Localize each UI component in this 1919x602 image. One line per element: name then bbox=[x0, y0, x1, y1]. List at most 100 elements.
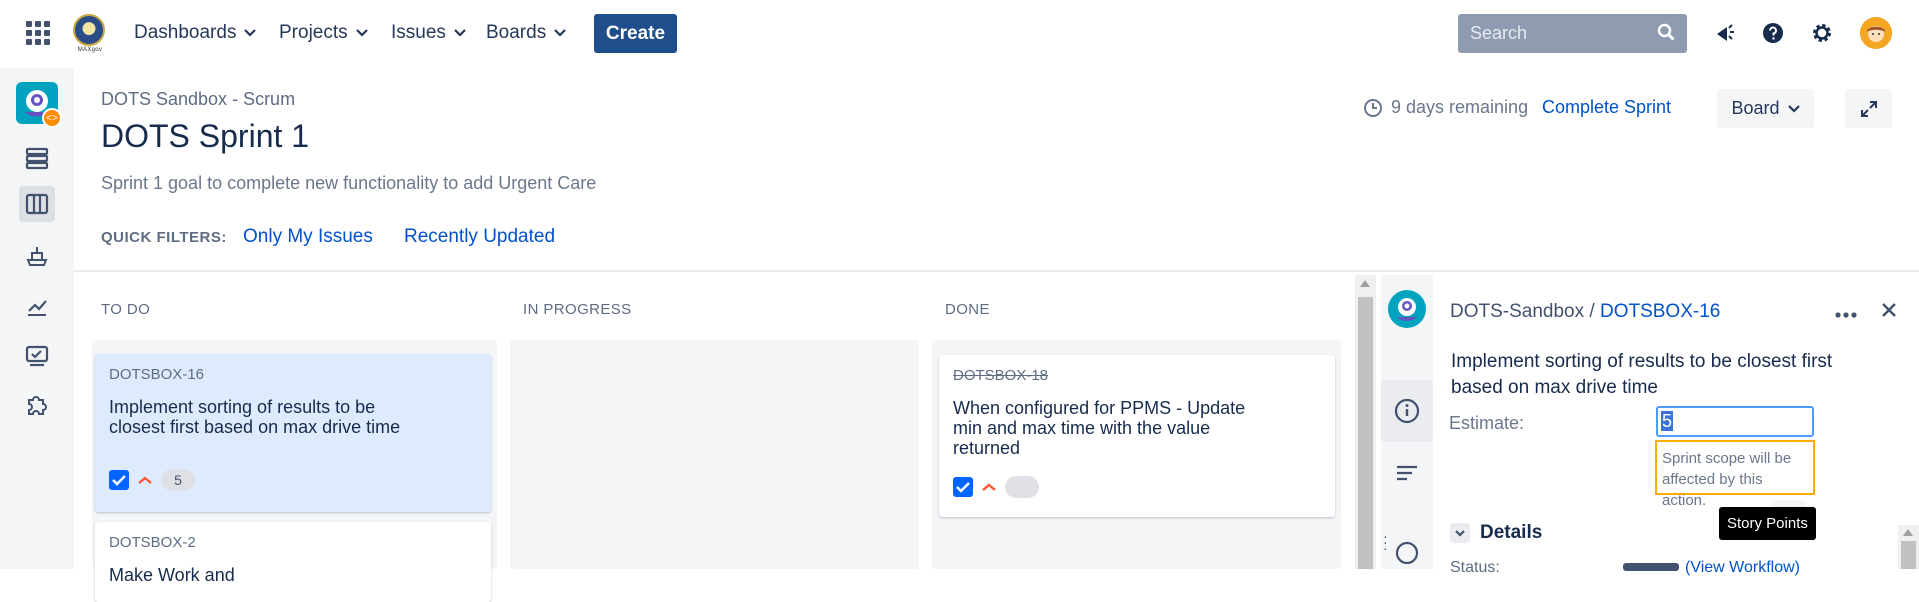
code-badge-icon: <> bbox=[42, 108, 62, 128]
issue-card-dotsbox-18[interactable]: DOTSBOX-18 When configured for PPMS - Up… bbox=[939, 355, 1335, 517]
chevron-down-icon bbox=[1787, 104, 1800, 113]
nav-boards-label: Boards bbox=[486, 22, 547, 43]
column-todo: DOTSBOX-16 Implement sorting of results … bbox=[92, 340, 497, 602]
chevron-down-icon bbox=[355, 29, 368, 37]
scrollbar-thumb[interactable] bbox=[1901, 541, 1916, 569]
backlog-icon[interactable] bbox=[19, 140, 55, 176]
issues-icon[interactable] bbox=[19, 338, 55, 374]
scrollbar-thumb[interactable] bbox=[1358, 297, 1373, 569]
search-icon bbox=[1657, 23, 1675, 41]
comments-tab[interactable] bbox=[1387, 533, 1427, 573]
details-label: Details bbox=[1480, 522, 1543, 543]
card-footer: 5 bbox=[109, 469, 195, 491]
project-avatar-small[interactable] bbox=[1387, 289, 1427, 329]
panel-issue-key-link[interactable]: DOTSBOX-16 bbox=[1600, 301, 1720, 322]
expand-icon bbox=[1860, 100, 1877, 117]
column-done: DOTSBOX-18 When configured for PPMS - Up… bbox=[932, 340, 1341, 569]
scroll-up-arrow-icon[interactable] bbox=[1360, 280, 1370, 287]
story-type-icon bbox=[953, 477, 973, 497]
board-button-label: Board bbox=[1731, 98, 1780, 118]
issue-summary: When configured for PPMS - Update min an… bbox=[953, 398, 1246, 458]
priority-high-icon bbox=[982, 483, 996, 491]
panel-issue-summary[interactable]: Implement sorting of results to be close… bbox=[1451, 349, 1871, 401]
site-logo[interactable]: MAXgov bbox=[73, 14, 107, 56]
nav-projects-label: Projects bbox=[279, 22, 348, 43]
header-divider bbox=[74, 270, 1919, 272]
clock-icon bbox=[1364, 98, 1382, 117]
project-sidebar: <> bbox=[0, 68, 74, 569]
estimate-input[interactable]: 5 bbox=[1656, 406, 1814, 437]
card-footer bbox=[953, 476, 1039, 498]
drag-handle-icon[interactable]: · · · bbox=[1383, 529, 1388, 555]
nav-dashboards[interactable]: Dashboards bbox=[134, 22, 257, 44]
board-scrollbar[interactable] bbox=[1355, 275, 1376, 569]
issue-breadcrumb: DOTS-Sandbox / DOTSBOX-16 bbox=[1450, 301, 1720, 323]
story-points-tooltip: Story Points bbox=[1719, 507, 1816, 540]
status-lozenge[interactable] bbox=[1623, 563, 1679, 571]
releases-icon[interactable] bbox=[19, 238, 55, 274]
page-title: DOTS Sprint 1 bbox=[101, 118, 310, 154]
expand-button[interactable] bbox=[1845, 89, 1892, 128]
story-points-badge bbox=[1005, 476, 1039, 498]
estimate-value: 5 bbox=[1661, 411, 1674, 431]
sprint-remaining: 9 days remaining bbox=[1363, 97, 1528, 118]
search-placeholder: Search bbox=[1470, 23, 1528, 43]
nav-issues[interactable]: Issues bbox=[391, 22, 466, 44]
issue-card-dotsbox-2[interactable]: DOTSBOX-2 Make Work and bbox=[95, 522, 491, 602]
search-input[interactable]: Search bbox=[1458, 14, 1687, 53]
close-icon[interactable] bbox=[1881, 297, 1897, 325]
column-header-in-progress: IN PROGRESS bbox=[523, 301, 632, 318]
column-header-done: DONE bbox=[945, 301, 990, 318]
issue-key[interactable]: DOTSBOX-2 bbox=[109, 534, 477, 551]
breadcrumb-separator: / bbox=[1589, 301, 1595, 322]
create-button[interactable]: Create bbox=[594, 14, 677, 53]
complete-sprint-link[interactable]: Complete Sprint bbox=[1542, 97, 1671, 118]
quick-filters-label: QUICK FILTERS: bbox=[101, 229, 227, 246]
story-points-badge: 5 bbox=[161, 469, 195, 491]
status-label: Status: bbox=[1450, 559, 1500, 576]
board-icon[interactable] bbox=[19, 186, 55, 222]
nav-issues-label: Issues bbox=[391, 22, 446, 43]
details-tab[interactable] bbox=[1381, 380, 1433, 442]
filter-only-my-issues[interactable]: Only My Issues bbox=[243, 226, 373, 248]
sprint-scope-warning: Sprint scope will be affected by this ac… bbox=[1655, 440, 1815, 509]
gear-icon[interactable] bbox=[1809, 20, 1835, 46]
megaphone-icon[interactable] bbox=[1712, 20, 1738, 46]
nav-projects[interactable]: Projects bbox=[279, 22, 368, 44]
estimate-label: Estimate: bbox=[1449, 413, 1525, 433]
chevron-down-icon bbox=[244, 29, 257, 37]
issue-key[interactable]: DOTSBOX-16 bbox=[109, 366, 477, 383]
add-ons-icon[interactable] bbox=[19, 386, 55, 422]
panel-project-link[interactable]: DOTS-Sandbox bbox=[1450, 301, 1584, 322]
chevron-down-icon bbox=[1450, 523, 1470, 543]
issue-key[interactable]: DOTSBOX-18 bbox=[953, 367, 1321, 384]
issue-card-dotsbox-16[interactable]: DOTSBOX-16 Implement sorting of results … bbox=[95, 354, 491, 512]
user-avatar[interactable] bbox=[1860, 17, 1892, 49]
remaining-text: 9 days remaining bbox=[1391, 97, 1529, 117]
breadcrumb[interactable]: DOTS Sandbox - Scrum bbox=[101, 89, 295, 110]
chevron-down-icon bbox=[454, 29, 466, 37]
more-actions-icon[interactable] bbox=[1835, 301, 1857, 324]
board-dropdown-button[interactable]: Board bbox=[1717, 89, 1814, 128]
nav-boards[interactable]: Boards bbox=[486, 22, 566, 44]
scroll-up-arrow-icon[interactable] bbox=[1903, 529, 1913, 536]
project-avatar[interactable]: <> bbox=[16, 82, 62, 128]
priority-high-icon bbox=[138, 476, 152, 484]
column-header-todo: TO DO bbox=[101, 301, 151, 318]
logo-seal bbox=[73, 14, 105, 46]
help-icon[interactable] bbox=[1760, 20, 1786, 46]
story-type-icon bbox=[109, 470, 129, 490]
nav-dashboards-label: Dashboards bbox=[134, 22, 237, 43]
issue-detail-panel: DOTS-Sandbox / DOTSBOX-16 Implement sort… bbox=[1433, 275, 1919, 576]
description-tab[interactable] bbox=[1387, 453, 1427, 493]
info-icon bbox=[1394, 398, 1420, 424]
details-section-toggle[interactable]: Details bbox=[1450, 522, 1542, 544]
panel-scrollbar[interactable] bbox=[1898, 525, 1919, 569]
issue-summary: Implement sorting of results to be close… bbox=[109, 397, 401, 437]
apps-grid-icon[interactable] bbox=[26, 21, 50, 45]
reports-icon[interactable] bbox=[19, 288, 55, 324]
column-in-progress bbox=[510, 340, 919, 569]
filter-recently-updated[interactable]: Recently Updated bbox=[404, 226, 555, 248]
view-workflow-link[interactable]: (View Workflow) bbox=[1685, 559, 1800, 577]
issue-summary: Make Work and bbox=[109, 565, 235, 585]
